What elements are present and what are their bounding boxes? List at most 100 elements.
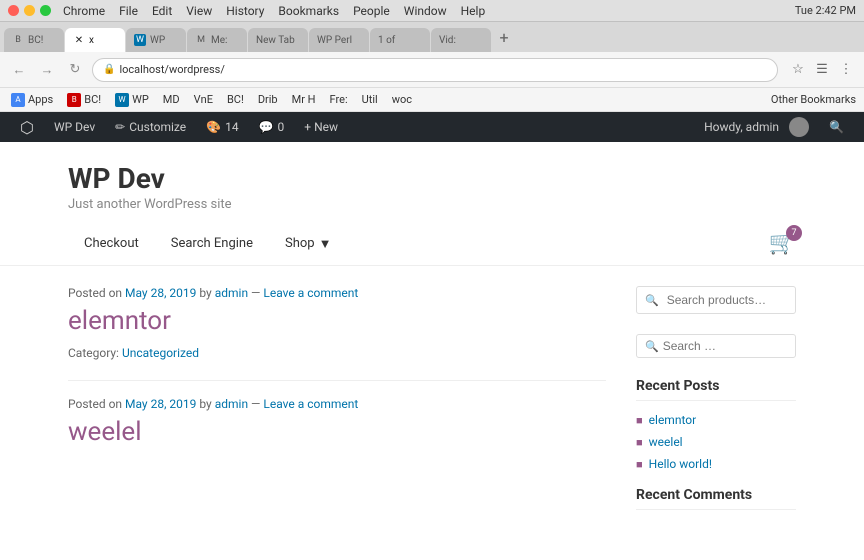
wp-site-name-item[interactable]: WP Dev: [44, 112, 105, 142]
minimize-dot[interactable]: [24, 5, 35, 16]
os-menu-edit[interactable]: Edit: [152, 4, 172, 18]
address-bar[interactable]: 🔒 localhost/wordpress/: [92, 58, 778, 82]
bookmark-apps-icon: A: [11, 93, 25, 107]
new-tab-button[interactable]: +: [492, 27, 516, 47]
os-menu-bookmarks[interactable]: Bookmarks: [278, 4, 339, 18]
tab-x-active[interactable]: ✕ x: [65, 28, 125, 52]
content-area: Posted on May 28, 2019 by admin — Leave …: [68, 286, 606, 540]
bookmark-bc2[interactable]: BC!: [224, 93, 247, 106]
bookmark-util-label: Util: [362, 93, 378, 106]
sidebar-search-input[interactable]: [663, 339, 787, 353]
star-icon[interactable]: ☆: [788, 60, 808, 80]
bookmark-bc2-label: BC!: [227, 93, 244, 106]
bookmark-fre[interactable]: Fre:: [327, 93, 351, 106]
nav-checkout[interactable]: Checkout: [68, 222, 155, 266]
os-menu-help[interactable]: Help: [461, 4, 486, 18]
nav-shop-label: Shop: [285, 236, 315, 251]
traffic-lights[interactable]: [8, 5, 51, 16]
wp-customize-item[interactable]: ✏ Customize: [105, 112, 196, 142]
nav-shop-dropdown: Shop ▼: [285, 236, 331, 252]
bookmark-vne-label: VnE: [194, 93, 213, 106]
bookmark-md[interactable]: MD: [160, 93, 183, 106]
bookmark-fre-label: Fre:: [330, 93, 348, 106]
bookmark-wp-icon: W: [115, 93, 129, 107]
recent-post-link-2[interactable]: weelel: [649, 435, 683, 449]
bookmark-drib-label: Drib: [258, 93, 278, 106]
site-nav: Checkout Search Engine Shop ▼ 🛒 7: [0, 222, 864, 266]
wp-comments-item[interactable]: 💬 0: [249, 112, 295, 142]
os-menu-people[interactable]: People: [353, 4, 390, 18]
tab-wp[interactable]: W WP: [126, 28, 186, 52]
forward-button[interactable]: →: [36, 59, 58, 81]
tab-favicon-wp: W: [134, 34, 146, 46]
wp-new-item[interactable]: + New: [294, 112, 348, 142]
recent-post-link-3[interactable]: Hello world!: [649, 457, 712, 471]
bookmarks-bar: A Apps B BC! W WP MD VnE BC! Drib Mr H F…: [0, 88, 864, 112]
wp-themes-item[interactable]: 🎨 14: [196, 112, 248, 142]
post-2-author[interactable]: admin: [215, 397, 248, 411]
bookmark-util[interactable]: Util: [359, 93, 381, 106]
wp-admin-bar: ⬡ WP Dev ✏ Customize 🎨 14 💬 0 + New Howd…: [0, 112, 864, 142]
post-1-category-link[interactable]: Uncategorized: [122, 346, 199, 360]
bookmark-bc-label: BC!: [84, 93, 101, 106]
bookmark-drib[interactable]: Drib: [255, 93, 281, 106]
close-dot[interactable]: [8, 5, 19, 16]
tab-1of[interactable]: 1 of: [370, 28, 430, 52]
os-menu: Chrome File Edit View History Bookmarks …: [63, 4, 485, 18]
bookmark-bc[interactable]: B BC!: [64, 93, 104, 107]
wp-howdy-item[interactable]: Howdy, admin: [694, 112, 819, 142]
sidebar-search-box: 🔍: [636, 334, 796, 358]
bookmark-mrh[interactable]: Mr H: [289, 93, 319, 106]
site-main: Posted on May 28, 2019 by admin — Leave …: [0, 266, 864, 560]
tab-newtab[interactable]: New Tab: [248, 28, 308, 52]
bookmark-apps-label: Apps: [28, 93, 53, 106]
post-2-meta: Posted on May 28, 2019 by admin — Leave …: [68, 397, 606, 411]
post-1-author[interactable]: admin: [215, 286, 248, 300]
os-menu-chrome[interactable]: Chrome: [63, 4, 105, 18]
products-search-input[interactable]: [667, 287, 795, 313]
os-menu-history[interactable]: History: [226, 4, 264, 18]
post-2-title[interactable]: weelel: [68, 417, 606, 447]
nav-search-engine[interactable]: Search Engine: [155, 222, 269, 266]
post-2-comment[interactable]: Leave a comment: [263, 397, 358, 411]
tab-me[interactable]: M Me:: [187, 28, 247, 52]
cart-icon[interactable]: 🛒 7: [769, 231, 796, 256]
maximize-dot[interactable]: [40, 5, 51, 16]
os-menu-view[interactable]: View: [186, 4, 212, 18]
tab-favicon-active: ✕: [73, 34, 85, 46]
themes-icon: 🎨: [206, 120, 221, 134]
tab-wpperl[interactable]: WP Perl: [309, 28, 369, 52]
menu-icon[interactable]: ⋮: [836, 60, 856, 80]
bookmarks-other[interactable]: Other Bookmarks: [771, 93, 856, 106]
tab-vid[interactable]: Vid:: [431, 28, 491, 52]
tab-bc[interactable]: B BC!: [4, 28, 64, 52]
recent-post-icon-1: ■: [636, 414, 643, 427]
post-1-category-label: Category:: [68, 346, 119, 360]
os-menu-window[interactable]: Window: [404, 4, 447, 18]
recent-post-item-2: ■ weelel: [636, 435, 796, 449]
post-1-comment[interactable]: Leave a comment: [263, 286, 358, 300]
os-bar: Chrome File Edit View History Bookmarks …: [0, 0, 864, 22]
comments-icon: 💬: [259, 120, 274, 134]
tab-favicon-bc: B: [12, 34, 24, 46]
tab-bar: B BC! ✕ x W WP M Me: New Tab WP Perl 1 o…: [0, 22, 864, 52]
recent-post-icon-2: ■: [636, 436, 643, 449]
recent-post-link-1[interactable]: elemntor: [649, 413, 697, 427]
post-2-date[interactable]: May 28, 2019: [125, 397, 196, 411]
wp-logo-item[interactable]: ⬡: [10, 112, 44, 142]
bookmark-apps[interactable]: A Apps: [8, 93, 56, 107]
chevron-down-icon: ▼: [319, 236, 332, 252]
post-1-date[interactable]: May 28, 2019: [125, 286, 196, 300]
wp-admin-right: Howdy, admin 🔍: [694, 112, 854, 142]
post-1-title[interactable]: elemntor: [68, 306, 606, 336]
bookmark-vne[interactable]: VnE: [191, 93, 216, 106]
reload-button[interactable]: ↻: [64, 59, 86, 81]
extensions-icon[interactable]: ☰: [812, 60, 832, 80]
wp-search-icon-item[interactable]: 🔍: [819, 112, 854, 142]
bookmark-wp[interactable]: W WP: [112, 93, 152, 107]
back-button[interactable]: ←: [8, 59, 30, 81]
tab-label-active: x: [89, 35, 94, 46]
os-menu-file[interactable]: File: [119, 4, 138, 18]
bookmark-woc[interactable]: woc: [389, 93, 415, 106]
nav-shop[interactable]: Shop ▼: [269, 222, 347, 266]
